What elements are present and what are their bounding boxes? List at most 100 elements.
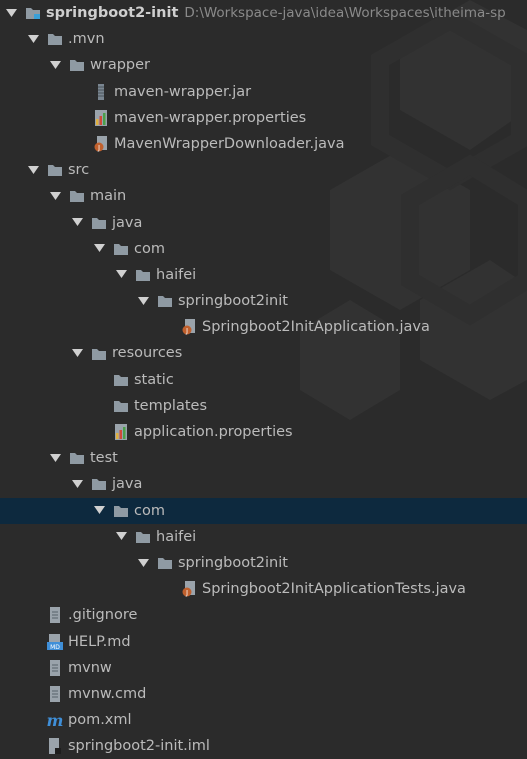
chevron-down-icon[interactable] xyxy=(48,189,62,203)
resources-folder-icon xyxy=(90,346,108,362)
tree-row-templates[interactable]: templates xyxy=(0,393,527,419)
tree-label: haifei xyxy=(156,528,197,545)
text-file-icon xyxy=(46,659,64,676)
java-file-icon: J xyxy=(92,136,110,152)
properties-file-icon xyxy=(92,109,110,126)
folder-icon xyxy=(68,450,86,466)
tree-label: springboot2init xyxy=(178,293,288,310)
java-file-icon: J xyxy=(180,581,198,597)
tree-row-file[interactable]: .gitignore xyxy=(0,602,527,628)
chevron-down-icon[interactable] xyxy=(26,32,40,46)
tree-row-main-java[interactable]: java xyxy=(0,210,527,236)
tree-label: .mvn xyxy=(68,31,105,48)
chevron-down-icon[interactable] xyxy=(114,530,128,544)
tree-label: com xyxy=(134,240,165,257)
jar-file-icon xyxy=(92,83,110,100)
tree-label: com xyxy=(134,502,165,519)
tree-row-file[interactable]: MD HELP.md xyxy=(0,629,527,655)
iml-file-icon xyxy=(46,738,64,755)
tree-row-file[interactable]: m pom.xml xyxy=(0,707,527,733)
folder-icon xyxy=(112,503,130,519)
tree-row-file[interactable]: maven-wrapper.properties xyxy=(0,105,527,131)
tree-row-main-package[interactable]: springboot2init xyxy=(0,288,527,314)
tree-row-test-haifei[interactable]: haifei xyxy=(0,524,527,550)
tree-label: pom.xml xyxy=(68,712,132,729)
tree-label: test xyxy=(90,450,118,467)
chevron-down-icon[interactable] xyxy=(136,556,150,570)
folder-icon xyxy=(134,267,152,283)
folder-icon xyxy=(112,372,130,388)
project-name: springboot2-init xyxy=(46,5,179,21)
tree-row-main-haifei[interactable]: haifei xyxy=(0,262,527,288)
chevron-down-icon[interactable] xyxy=(26,163,40,177)
tree-label: application.properties xyxy=(134,424,293,440)
tree-row-file[interactable]: J MavenWrapperDownloader.java xyxy=(0,131,527,157)
tree-row-project-root[interactable]: springboot2-init D:\Workspace-java\idea\… xyxy=(0,0,527,26)
source-folder-icon xyxy=(90,215,108,231)
tree-row-wrapper[interactable]: wrapper xyxy=(0,52,527,78)
chevron-down-icon[interactable] xyxy=(48,58,62,72)
tree-label: mvnw xyxy=(68,659,112,676)
tree-row-file[interactable]: J Springboot2InitApplication.java xyxy=(0,314,527,340)
svg-text:J: J xyxy=(185,589,188,597)
tree-label: java xyxy=(112,476,143,493)
tree-label: maven-wrapper.jar xyxy=(114,83,252,100)
properties-file-icon xyxy=(112,424,130,441)
chevron-down-icon[interactable] xyxy=(136,294,150,308)
chevron-down-icon[interactable] xyxy=(92,242,106,256)
tree-row-file[interactable]: mvnw xyxy=(0,655,527,681)
chevron-down-icon[interactable] xyxy=(4,6,18,20)
tree-label: java xyxy=(112,214,143,231)
tree-row-test[interactable]: test xyxy=(0,445,527,471)
project-tree: springboot2-init D:\Workspace-java\idea\… xyxy=(0,0,527,759)
tree-row-mvn[interactable]: .mvn xyxy=(0,26,527,52)
folder-icon xyxy=(156,293,174,309)
tree-row-test-java[interactable]: java xyxy=(0,471,527,497)
tree-label: MavenWrapperDownloader.java xyxy=(114,135,345,152)
svg-text:m: m xyxy=(47,712,64,728)
tree-row-file[interactable]: maven-wrapper.jar xyxy=(0,79,527,105)
folder-icon xyxy=(46,31,64,47)
tree-label: templates xyxy=(134,397,208,414)
tree-label: wrapper xyxy=(90,57,150,74)
tree-label: main xyxy=(90,188,127,205)
tree-row-resources[interactable]: resources xyxy=(0,340,527,366)
tree-label: static xyxy=(134,371,174,388)
chevron-down-icon[interactable] xyxy=(70,347,84,361)
tree-row-test-com-selected[interactable]: com xyxy=(0,497,527,524)
chevron-down-icon[interactable] xyxy=(70,477,84,491)
svg-text:MD: MD xyxy=(50,644,60,650)
tree-label: .gitignore xyxy=(68,607,138,624)
tree-label: springboot2-init.iml xyxy=(68,738,210,755)
folder-icon xyxy=(134,529,152,545)
tree-label: src xyxy=(68,162,90,179)
tree-label: mvnw.cmd xyxy=(68,685,147,702)
chevron-down-icon[interactable] xyxy=(92,504,106,518)
tree-label: Springboot2InitApplication.java xyxy=(202,319,430,336)
folder-icon xyxy=(112,398,130,414)
tree-row-static[interactable]: static xyxy=(0,367,527,393)
module-folder-icon xyxy=(24,5,42,21)
text-file-icon xyxy=(46,607,64,624)
tree-row-file[interactable]: springboot2-init.iml xyxy=(0,733,527,759)
chevron-down-icon[interactable] xyxy=(48,451,62,465)
chevron-down-icon[interactable] xyxy=(70,216,84,230)
folder-icon xyxy=(68,57,86,73)
tree-row-src[interactable]: src xyxy=(0,157,527,183)
markdown-file-icon: MD xyxy=(46,633,64,650)
chevron-down-icon[interactable] xyxy=(114,268,128,282)
java-file-icon: J xyxy=(180,319,198,335)
tree-label: springboot2init xyxy=(178,554,288,571)
tree-label: maven-wrapper.properties xyxy=(114,109,307,126)
tree-row-file[interactable]: J Springboot2InitApplicationTests.java xyxy=(0,576,527,602)
tree-row-main[interactable]: main xyxy=(0,183,527,209)
svg-text:J: J xyxy=(97,144,100,152)
maven-pom-icon: m xyxy=(46,712,64,728)
tree-row-main-com[interactable]: com xyxy=(0,236,527,262)
folder-icon xyxy=(46,162,64,178)
svg-text:J: J xyxy=(185,327,188,335)
text-file-icon xyxy=(46,685,64,702)
tree-row-test-package[interactable]: springboot2init xyxy=(0,550,527,576)
tree-row-file[interactable]: mvnw.cmd xyxy=(0,681,527,707)
tree-row-file[interactable]: application.properties xyxy=(0,419,527,445)
